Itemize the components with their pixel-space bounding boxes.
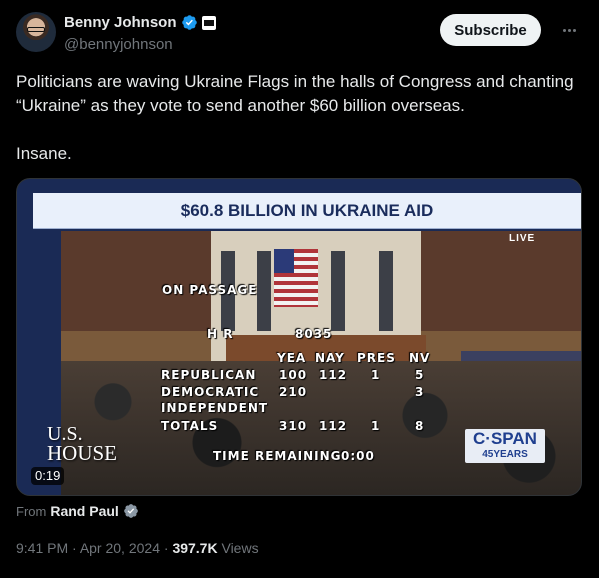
avatar[interactable] [16, 12, 56, 52]
us-flag-icon [274, 249, 318, 307]
tweet-time[interactable]: 9:41 PM [16, 540, 68, 556]
video-duration: 0:19 [31, 467, 65, 485]
row-nv: 3 [415, 385, 425, 399]
col-nay: NAY [315, 351, 345, 365]
col-nv: NV [409, 351, 431, 365]
row-pres: 1 [371, 368, 381, 382]
meta-separator: · [72, 540, 80, 556]
video-player[interactable]: $60.8 BILLION IN UKRAINE AID LIVE ON PAS… [16, 178, 582, 496]
name-row: Benny Johnson [64, 14, 216, 31]
time-remaining-value: 0:00 [341, 449, 375, 463]
row-yea: 210 [279, 385, 308, 399]
row-nay: 112 [319, 419, 348, 433]
video-source: From Rand Paul [16, 503, 139, 519]
live-indicator: LIVE [509, 233, 536, 244]
cspan-anniversary: 45YEARS [482, 449, 528, 460]
row-nv: 8 [415, 419, 425, 433]
author-handle[interactable]: @bennyjohnson [64, 36, 173, 53]
logo-line: HOUSE [47, 441, 118, 465]
col-yea: YEA [277, 351, 307, 365]
tweet-text: Politicians are waving Ukraine Flags in … [16, 70, 576, 190]
hr-label: H R [207, 327, 234, 341]
us-house-logo: U.S. HOUSE [47, 424, 118, 465]
row-party: DEMOCRATIC [161, 385, 260, 399]
video-banner: $60.8 BILLION IN UKRAINE AID [33, 193, 581, 229]
more-options-icon[interactable] [559, 20, 579, 40]
row-party: REPUBLICAN [161, 368, 257, 382]
views-label: Views [221, 540, 259, 556]
tweet-header: Benny Johnson @bennyjohnson Subscribe [16, 12, 587, 56]
cspan-logo: C·SPAN 45YEARS [465, 429, 545, 463]
row-yea: 100 [279, 368, 308, 382]
subscribe-button[interactable]: Subscribe [440, 14, 541, 46]
cspan-wordmark: C·SPAN [473, 429, 537, 448]
source-prefix: From [16, 503, 47, 519]
tweet-text-line: Politicians are waving Ukraine Flags in … [16, 72, 574, 115]
row-yea: 310 [279, 419, 308, 433]
verified-badge-icon [181, 15, 197, 30]
row-pres: 1 [371, 419, 381, 433]
tweet-meta: 9:41 PM · Apr 20, 2024 · 397.7K Views [16, 540, 259, 556]
col-pres: PRES [357, 351, 396, 365]
tweet-date[interactable]: Apr 20, 2024 [80, 540, 160, 556]
time-remaining-label: TIME REMAINING [213, 449, 342, 463]
verified-badge-icon [123, 504, 138, 518]
hr-number: 8035 [295, 327, 333, 341]
affiliation-badge-icon[interactable] [201, 15, 216, 30]
row-nay: 112 [319, 368, 348, 382]
row-nv: 5 [415, 368, 425, 382]
row-party: TOTALS [161, 419, 219, 433]
views-count: 397.7K [172, 540, 218, 556]
on-passage-label: ON PASSAGE [162, 283, 258, 297]
author-display-name[interactable]: Benny Johnson [64, 14, 177, 31]
row-party: INDEPENDENT [161, 401, 269, 415]
tweet-text-line: Insane. [16, 144, 72, 163]
source-name[interactable]: Rand Paul [50, 503, 118, 519]
